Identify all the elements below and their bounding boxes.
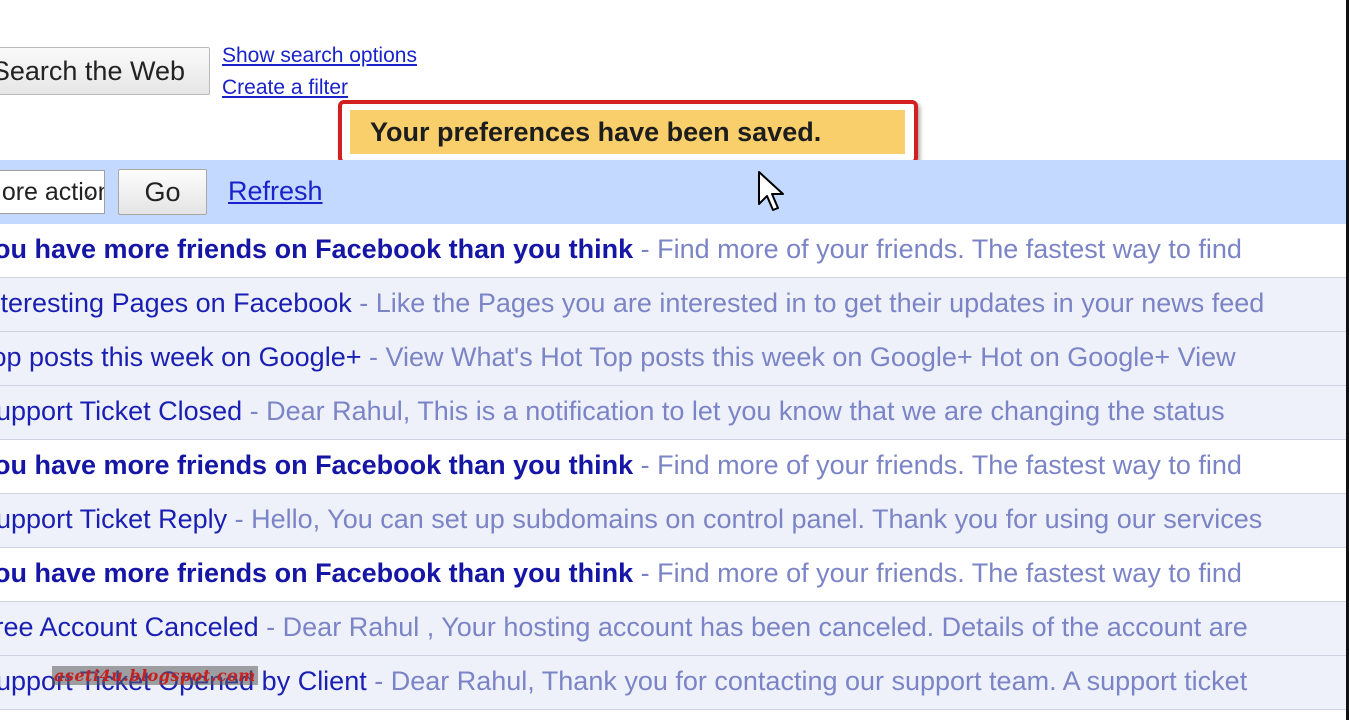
message-row[interactable]: Interesting Pages on Facebook - Like the… xyxy=(0,278,1346,332)
message-separator: - xyxy=(361,342,386,372)
watermark: aseti4u.blogspot.com xyxy=(52,666,258,685)
refresh-link[interactable]: Refresh xyxy=(228,176,323,207)
message-subject: Support Ticket Reply xyxy=(0,504,228,534)
message-separator: - xyxy=(258,612,283,642)
message-row[interactable]: You have more friends on Facebook than y… xyxy=(0,224,1346,278)
mail-toolbar: More actions... ⌄ Go Refresh xyxy=(0,160,1346,224)
message-snippet: Dear Rahul , Your hosting account has be… xyxy=(282,612,1248,642)
message-subject: Support Ticket Closed xyxy=(0,396,243,426)
chevron-down-icon: ⌄ xyxy=(80,182,96,202)
message-snippet: Dear Rahul, Thank you for contacting our… xyxy=(390,666,1248,696)
message-subject: You have more friends on Facebook than y… xyxy=(0,558,634,588)
message-separator: - xyxy=(633,450,658,480)
more-actions-select[interactable]: More actions... ⌄ xyxy=(0,170,105,214)
message-separator: - xyxy=(227,504,252,534)
message-snippet: Dear Rahul, This is a notification to le… xyxy=(266,396,1225,426)
message-snippet: Like the Pages you are interested in to … xyxy=(375,288,1265,318)
preferences-saved-notification: Your preferences have been saved. xyxy=(350,110,905,154)
show-search-options-link[interactable]: Show search options xyxy=(222,44,417,68)
message-row[interactable]: Support Ticket Closed - Dear Rahul, This… xyxy=(0,386,1346,440)
message-snippet: Find more of your friends. The fastest w… xyxy=(657,234,1242,264)
message-snippet: Hello, You can set up subdomains on cont… xyxy=(251,504,1263,534)
go-button[interactable]: Go xyxy=(118,169,207,215)
mouse-pointer-icon xyxy=(758,171,784,211)
message-subject: You have more friends on Facebook than y… xyxy=(0,234,634,264)
message-row[interactable]: Support Ticket Reply - Hello, You can se… xyxy=(0,494,1346,548)
message-snippet: Find more of your friends. The fastest w… xyxy=(657,450,1242,480)
message-row[interactable]: You have more friends on Facebook than y… xyxy=(0,548,1346,602)
gmail-basic-view: Search the Web Show search options Creat… xyxy=(0,0,1349,720)
message-separator: - xyxy=(351,288,376,318)
message-subject: Interesting Pages on Facebook xyxy=(0,288,352,318)
message-snippet: Find more of your friends. The fastest w… xyxy=(657,558,1242,588)
message-row[interactable]: You have more friends on Facebook than y… xyxy=(0,440,1346,494)
message-subject: Free Account Canceled xyxy=(0,612,259,642)
message-subject: You have more friends on Facebook than y… xyxy=(0,450,634,480)
message-separator: - xyxy=(633,558,658,588)
message-separator: - xyxy=(366,666,391,696)
message-snippet: View What's Hot Top posts this week on G… xyxy=(385,342,1236,372)
message-subject: Top posts this week on Google+ xyxy=(0,342,362,372)
message-list: You have more friends on Facebook than y… xyxy=(0,224,1346,710)
message-row[interactable]: Free Account Canceled - Dear Rahul , You… xyxy=(0,602,1346,656)
search-the-web-button[interactable]: Search the Web xyxy=(0,47,210,95)
message-separator: - xyxy=(633,234,658,264)
message-row[interactable]: Top posts this week on Google+ - View Wh… xyxy=(0,332,1346,386)
create-filter-link[interactable]: Create a filter xyxy=(222,76,348,100)
message-separator: - xyxy=(242,396,267,426)
